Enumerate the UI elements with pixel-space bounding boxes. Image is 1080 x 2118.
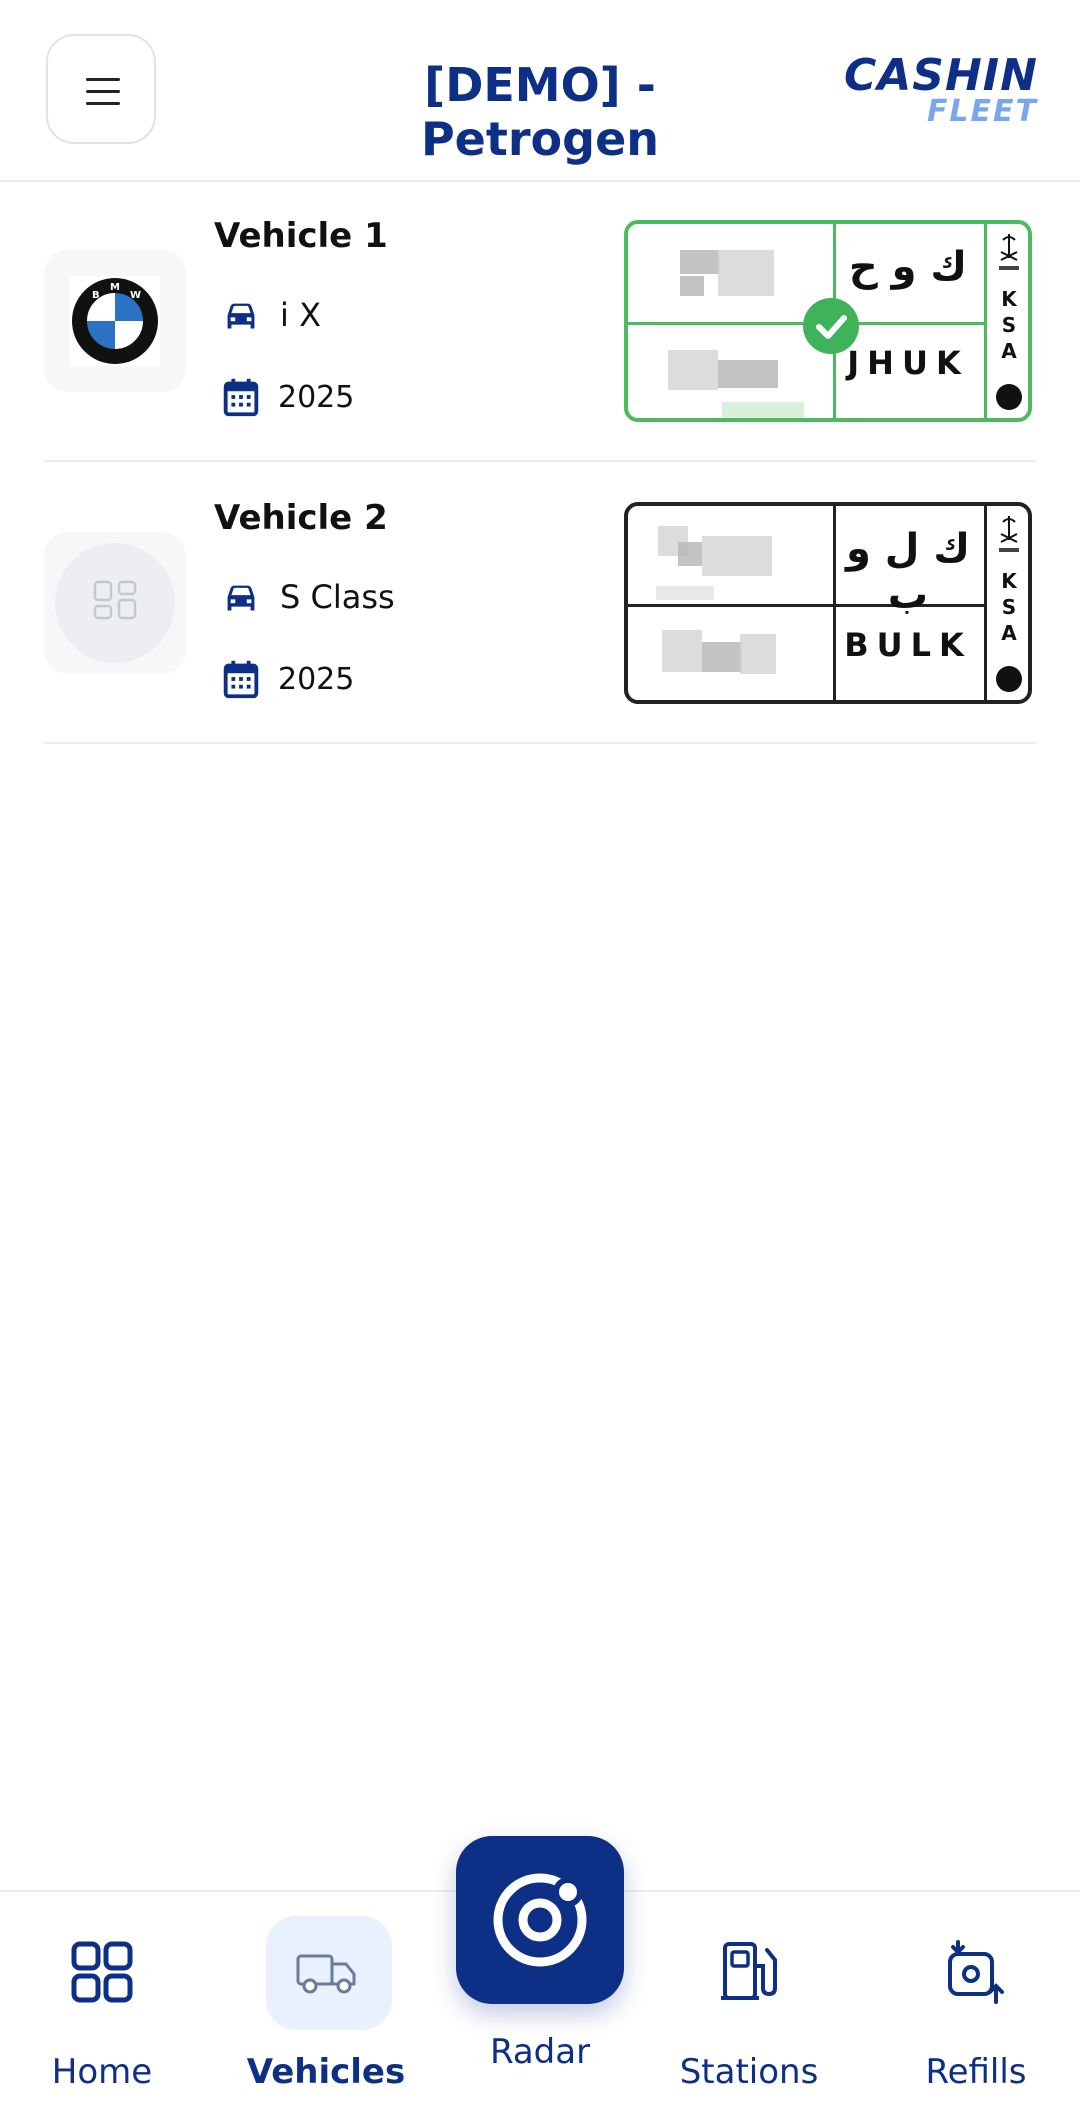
blurred-plate-number <box>702 536 772 576</box>
plate-country-letter: A <box>1001 339 1017 363</box>
hamburger-icon-line <box>86 90 120 93</box>
nav-label-refills: Refills <box>925 2052 1027 2092</box>
blurred-plate-number <box>718 360 778 388</box>
nav-item-refills[interactable]: Refills <box>876 1892 1076 2118</box>
app-header: [DEMO] - Petrogen CASHIN FLEET <box>0 0 1080 182</box>
vehicle-model: i X <box>280 296 321 334</box>
plate-country-letter: S <box>1001 313 1017 337</box>
logo-text-bottom: FLEET <box>926 94 1038 129</box>
placeholder-brand-icon <box>93 580 137 620</box>
plate-arabic-letters: ك و ح <box>848 244 968 290</box>
blurred-plate-number <box>656 586 714 600</box>
verified-check-icon <box>803 298 859 354</box>
plate-divider <box>984 224 987 418</box>
brand-tile: B M W <box>44 250 186 392</box>
saudi-emblem-icon <box>999 516 1019 552</box>
plate-country-code: K S A <box>994 568 1024 646</box>
svg-text:W: W <box>130 290 141 301</box>
blurred-plate-number <box>722 402 804 418</box>
plate-dot <box>996 384 1022 410</box>
blurred-plate-number <box>662 630 702 672</box>
plate-arabic-letters: ك ل و ب <box>845 526 971 618</box>
vehicle-list-item[interactable]: B M W Vehicle 1 i X 2025 ك و ح JHUK K S … <box>0 182 1080 462</box>
row-divider <box>44 460 1036 462</box>
vehicle-name: Vehicle 2 <box>214 498 388 538</box>
checkmark-icon <box>816 315 847 339</box>
radar-icon <box>493 1873 587 1967</box>
car-icon <box>227 585 255 611</box>
nav-label-vehicles: Vehicles <box>246 2052 406 2092</box>
license-plate: ك ل و ب BULK K S A <box>624 502 1032 704</box>
svg-text:M: M <box>110 282 120 293</box>
plate-latin-letters: BULK <box>844 626 972 664</box>
truck-icon <box>296 1954 356 1994</box>
hamburger-icon <box>86 78 120 81</box>
nav-item-vehicles[interactable]: Vehicles <box>226 1892 426 2118</box>
blurred-plate-number <box>680 276 704 296</box>
nav-label-home: Home <box>51 2052 153 2092</box>
hamburger-icon-line <box>86 102 120 105</box>
cashin-fleet-logo: CASHIN FLEET <box>838 50 1038 130</box>
plate-country-letter: K <box>1001 287 1017 311</box>
calendar-icon <box>223 660 259 699</box>
vehicle-year: 2025 <box>278 380 355 415</box>
license-plate: ك و ح JHUK K S A <box>624 220 1032 422</box>
vehicle-name: Vehicle 1 <box>214 216 388 256</box>
vehicle-list-item[interactable]: Vehicle 2 S Class 2025 ك ل و ب BULK K S … <box>0 464 1080 744</box>
nav-item-home[interactable]: Home <box>2 1892 202 2118</box>
nav-item-stations[interactable]: Stations <box>649 1892 849 2118</box>
brand-tile <box>44 532 186 674</box>
blurred-plate-number <box>678 542 702 566</box>
radar-button[interactable] <box>456 1836 624 2004</box>
blurred-plate-number <box>680 250 720 274</box>
car-icon <box>227 303 255 329</box>
vehicle-year: 2025 <box>278 662 355 697</box>
plate-divider <box>984 506 987 700</box>
nav-label-radar[interactable]: Radar <box>440 2032 640 2072</box>
page-title: [DEMO] - Petrogen <box>420 58 660 166</box>
blurred-plate-number <box>668 350 718 390</box>
blurred-plate-number <box>740 634 776 674</box>
plate-country-code: K S A <box>994 286 1024 364</box>
row-divider <box>44 742 1036 744</box>
blurred-plate-number <box>718 250 774 296</box>
plate-latin-letters: JHUK <box>847 344 969 382</box>
svg-text:B: B <box>92 290 100 301</box>
menu-button[interactable] <box>46 34 156 144</box>
plate-dot <box>996 666 1022 692</box>
plate-country-letter: A <box>1001 621 1017 645</box>
refill-icon <box>948 1940 1004 2004</box>
calendar-icon <box>223 378 259 417</box>
plate-country-letter: S <box>1001 595 1017 619</box>
blurred-plate-number <box>702 642 742 672</box>
home-grid-icon <box>71 1941 133 2003</box>
plate-divider <box>833 506 836 700</box>
bmw-logo-icon: B M W <box>70 276 160 366</box>
nav-label-stations: Stations <box>679 2052 819 2092</box>
plate-country-letter: K <box>1001 569 1017 593</box>
fuel-station-icon <box>721 1942 777 2000</box>
saudi-emblem-icon <box>999 234 1019 270</box>
vehicle-model: S Class <box>280 578 395 616</box>
